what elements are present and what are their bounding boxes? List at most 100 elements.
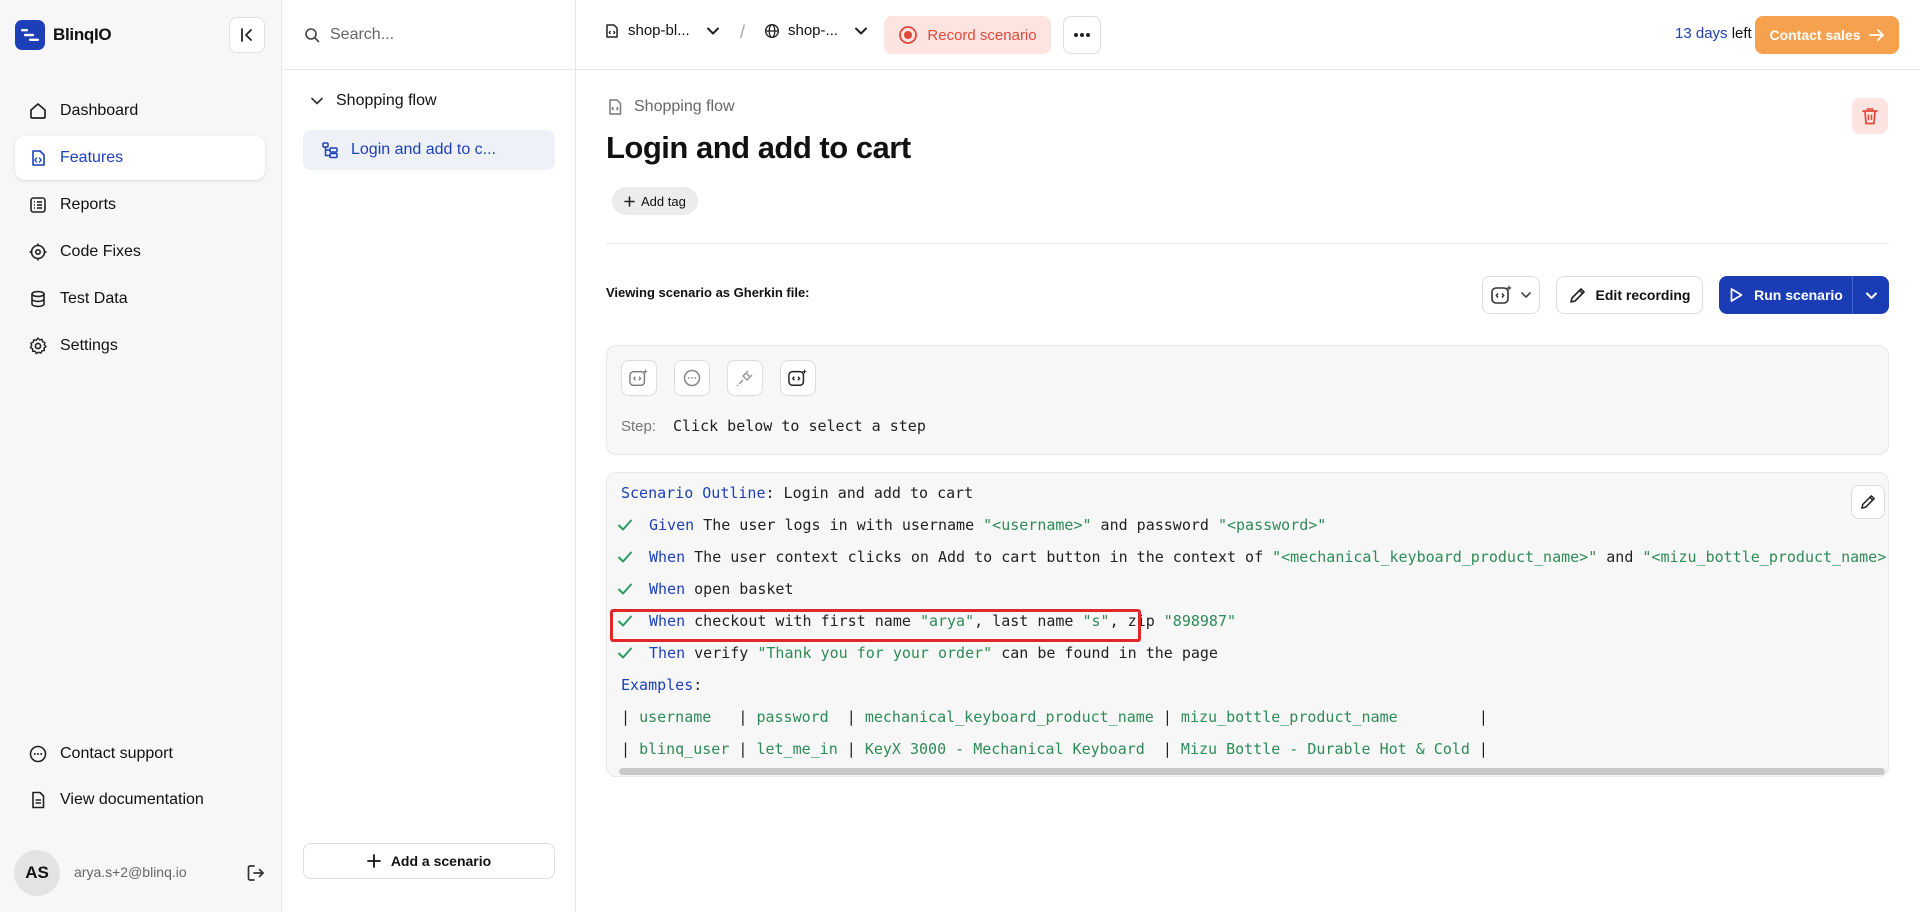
ai-mode-selector[interactable] [1482,276,1540,314]
add-scenario-label: Add a scenario [390,853,492,869]
tree-folder-shopping-flow[interactable]: Shopping flow [310,92,437,110]
more-icon [1074,33,1090,37]
sidebar-item-settings[interactable]: Settings [15,324,265,368]
report-icon [30,197,46,213]
viewing-label: Viewing scenario as Gherkin file: [606,285,810,300]
user-email: arya.s+2@blinq.io [74,864,187,880]
outline-keyword: Scenario Outline [621,484,766,502]
record-scenario-button[interactable]: Record scenario [884,16,1051,54]
ai-code-tool-button[interactable] [621,360,657,396]
avatar[interactable]: AS [14,850,60,896]
add-scenario-button[interactable]: Add a scenario [303,843,555,879]
step-keyword: When [649,548,686,566]
search-input[interactable] [330,25,550,44]
logo[interactable]: BlinqIO [15,20,112,50]
gherkin-step-line[interactable]: When open basket [649,580,794,604]
examples-cell: Mizu Bottle - Durable Hot & Cold [1180,740,1470,758]
outline-title: : Login and add to cart [765,484,974,502]
sidebar: BlinqIO Dashboard Features Reports Code … [0,0,282,912]
gherkin-step-line[interactable]: When The user context clicks on Add to c… [649,548,1889,572]
step-param: "<mechanical_keyboard_product_name>" [1272,548,1598,566]
sidebar-item-contact-support[interactable]: Contact support [15,732,265,776]
top-bar: shop-bl... / shop-... Record scenario 13… [576,0,1920,70]
chat-icon [29,745,47,763]
step-passed-icon [618,647,632,659]
examples-line[interactable]: Examples: [621,676,702,700]
step-text: The user context clicks on Add to cart b… [685,548,1273,566]
examples-cell: KeyX 3000 - Mechanical Keyboard [864,740,1154,758]
tree-scenario-label: Login and add to c... [351,141,496,158]
run-scenario-button[interactable]: Run scenario [1719,276,1853,314]
run-scenario-label: Run scenario [1754,287,1843,303]
app-name: BlinqIO [53,25,112,44]
collapse-sidebar-button[interactable] [229,17,265,53]
trash-icon [1862,108,1878,125]
horizontal-scrollbar[interactable] [619,768,1885,775]
divider [606,243,1889,244]
project-selector[interactable]: shop-bl... [604,22,720,39]
gherkin-step-line[interactable]: Then verify "Thank you for your order" c… [649,644,1218,668]
step-text: and password [1091,516,1218,534]
step-passed-icon [618,519,632,531]
examples-header-cell: password [756,708,838,726]
scenario-outline-line[interactable]: Scenario Outline: Login and add to cart [621,484,973,508]
sidebar-item-features[interactable]: Features [15,136,265,180]
step-passed-icon [618,551,632,563]
step-keyword: Then [649,644,686,662]
gherkin-step-line[interactable]: Given The user logs in with username "<u… [649,516,1326,540]
run-options-dropdown[interactable] [1853,276,1889,314]
ai-code-icon [629,368,649,386]
environment-selector[interactable]: shop-... [764,22,868,39]
logo-icon [15,20,45,50]
arrow-right-icon [1868,29,1884,41]
search-bar [282,0,576,70]
sidebar-item-dashboard[interactable]: Dashboard [15,89,265,133]
document-icon [32,791,45,809]
plus-icon [366,854,381,868]
chevron-down-icon[interactable] [310,94,324,108]
feature-breadcrumb[interactable]: Shopping flow [606,98,735,116]
sidebar-item-label: View documentation [60,791,204,808]
edit-recording-button[interactable]: Edit recording [1556,276,1703,314]
record-icon [899,26,918,44]
contact-sales-button[interactable]: Contact sales [1755,16,1899,54]
home-icon [30,103,46,119]
more-options-button[interactable] [1063,16,1101,54]
logout-icon[interactable] [245,862,267,889]
add-tag-button[interactable]: Add tag [612,187,698,215]
sidebar-item-view-documentation[interactable]: View documentation [15,778,265,822]
delete-scenario-button[interactable] [1852,98,1888,134]
examples-data-row[interactable]: | blinq_user | let_me_in | KeyX 3000 - M… [621,740,1488,764]
add-tag-label: Add tag [641,193,686,209]
sidebar-item-reports[interactable]: Reports [15,183,265,227]
project-icon [606,23,618,38]
tree-folder-label: Shopping flow [336,92,437,109]
gear-icon [29,337,47,355]
examples-header-cell: mechanical_keyboard_product_name [864,708,1154,726]
play-icon [1730,288,1743,302]
collapse-icon [241,28,252,42]
code-fix-icon [29,243,47,261]
step-param: "Thank you for your order" [757,644,993,662]
step-param: "<mizu_bottle_product_name>" [1642,548,1889,566]
tree-scenario-item[interactable]: Login and add to c... [303,130,555,170]
sidebar-item-code-fixes[interactable]: Code Fixes [15,230,265,274]
run-scenario-group: Run scenario [1719,276,1889,314]
step-param: "<username>" [983,516,1092,534]
examples-header-row[interactable]: | username | password | mechanical_keybo… [621,708,1488,732]
sidebar-item-test-data[interactable]: Test Data [15,277,265,321]
page-title: Login and add to cart [606,130,911,165]
record-scenario-label: Record scenario [927,26,1037,44]
sidebar-item-label: Features [60,149,124,166]
project-name: shop-bl... [628,22,690,39]
connect-tool-button[interactable] [727,360,763,396]
comment-tool-button[interactable] [674,360,710,396]
step-passed-icon [618,583,632,595]
sidebar-item-label: Contact support [60,745,173,762]
sidebar-item-label: Settings [60,337,118,354]
edit-gherkin-button[interactable] [1851,485,1885,519]
ai-assist-tool-button[interactable] [780,360,816,396]
gherkin-editor[interactable]: Scenario Outline: Login and add to cart … [606,472,1889,777]
feature-icon [32,150,45,166]
globe-icon [764,23,780,38]
